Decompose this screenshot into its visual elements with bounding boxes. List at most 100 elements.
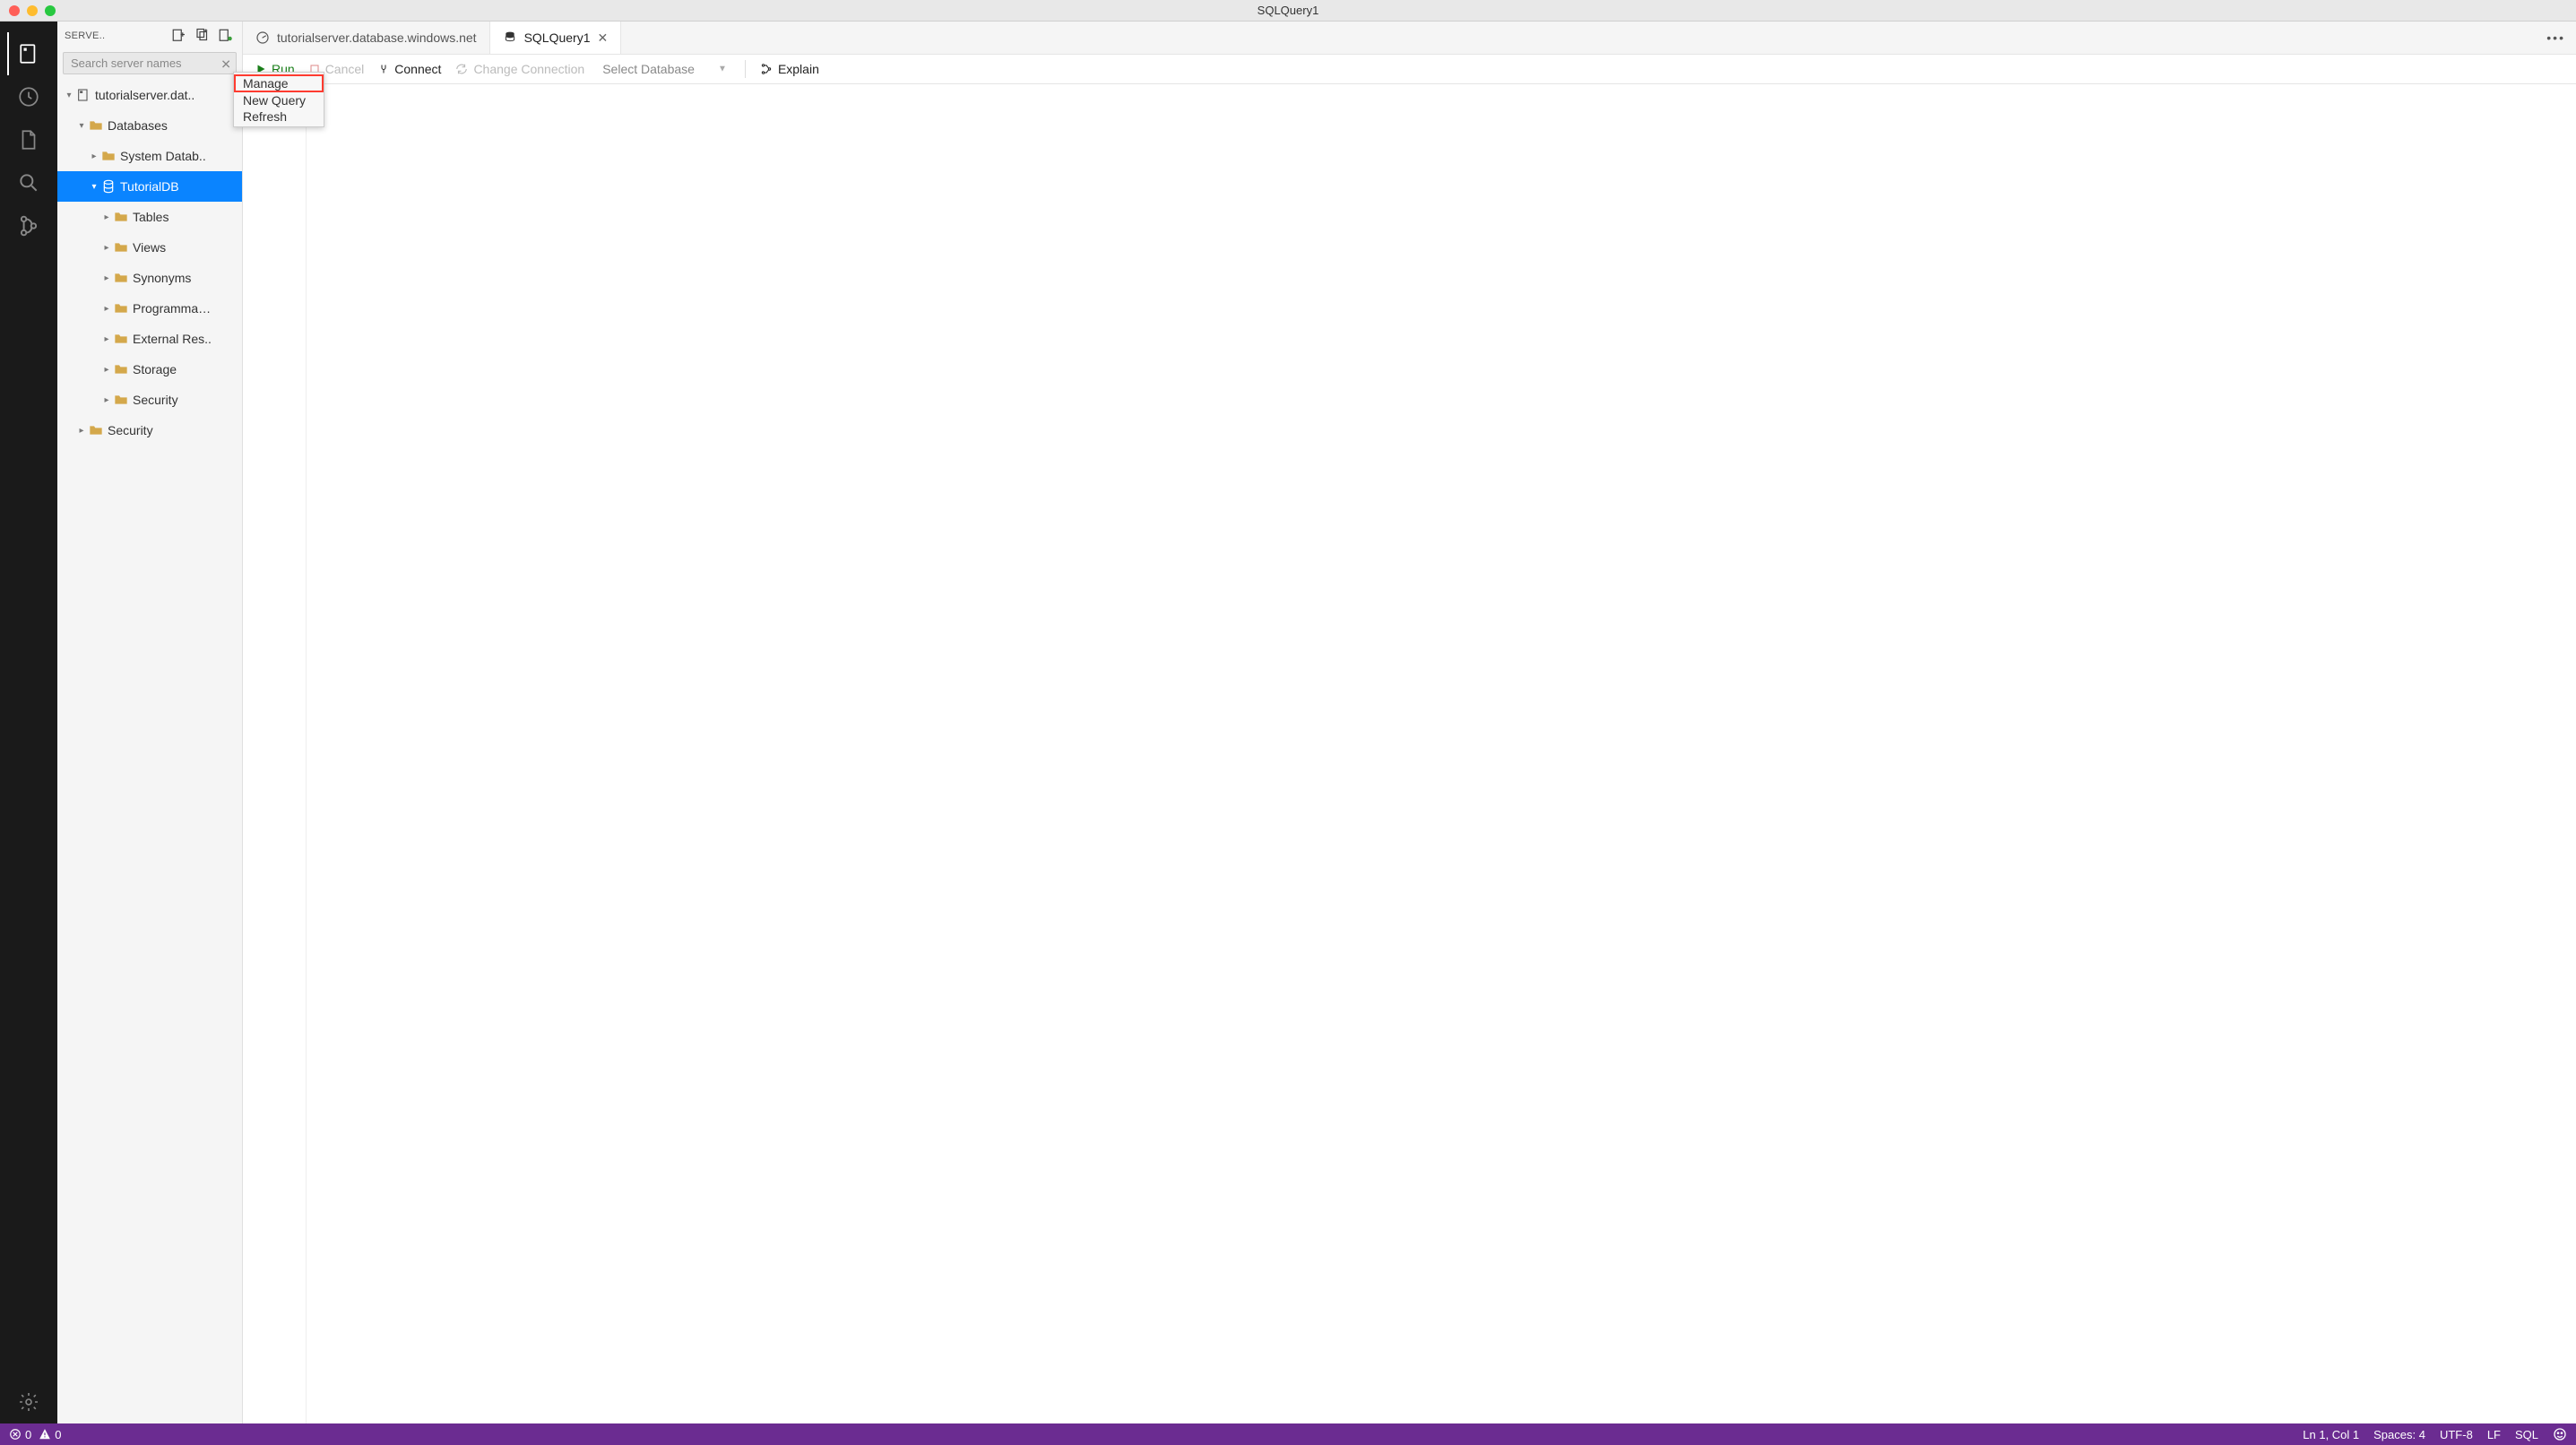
tree-label: Storage bbox=[133, 362, 177, 376]
status-warnings-count: 0 bbox=[55, 1428, 61, 1441]
tree-views-node[interactable]: ▸ Views bbox=[57, 232, 242, 263]
dashboard-icon bbox=[255, 30, 270, 45]
window-minimize-icon[interactable] bbox=[27, 5, 38, 16]
context-menu-new-query[interactable]: New Query bbox=[234, 92, 324, 108]
activity-explorer[interactable] bbox=[7, 118, 50, 161]
activity-settings[interactable] bbox=[7, 1380, 50, 1423]
new-server-group-icon[interactable] bbox=[194, 27, 212, 45]
tree-programmability-node[interactable]: ▸ Programma… bbox=[57, 293, 242, 324]
context-menu: Manage New Query Refresh bbox=[233, 72, 324, 127]
tab-label: tutorialserver.database.windows.net bbox=[277, 30, 477, 45]
change-connection-label: Change Connection bbox=[473, 62, 584, 76]
folder-icon bbox=[113, 271, 129, 285]
database-icon bbox=[503, 30, 517, 45]
status-indentation[interactable]: Spaces: 4 bbox=[2373, 1428, 2425, 1441]
close-icon[interactable]: ✕ bbox=[598, 30, 609, 46]
chevron-down-icon: ▾ bbox=[88, 182, 100, 192]
new-connection-icon[interactable] bbox=[170, 27, 188, 45]
tree-tables-node[interactable]: ▸ Tables bbox=[57, 202, 242, 232]
tree-label: Tables bbox=[133, 210, 169, 224]
tab-label: SQLQuery1 bbox=[524, 30, 591, 45]
title-bar: SQLQuery1 bbox=[0, 0, 2576, 22]
activity-task-history[interactable] bbox=[7, 75, 50, 118]
tree-synonyms-node[interactable]: ▸ Synonyms bbox=[57, 263, 242, 293]
chevron-right-icon: ▸ bbox=[100, 334, 113, 344]
status-errors[interactable]: 0 bbox=[9, 1428, 31, 1441]
editor-area: tutorialserver.database.windows.net SQLQ… bbox=[243, 22, 2576, 1423]
tree-tutorialdb-node[interactable]: ▾ TutorialDB bbox=[57, 171, 242, 202]
tree-label: Security bbox=[133, 393, 178, 407]
status-eol[interactable]: LF bbox=[2487, 1428, 2501, 1441]
connect-label: Connect bbox=[394, 62, 441, 76]
tree-label: External Res.. bbox=[133, 332, 212, 346]
code-editor[interactable] bbox=[306, 84, 2576, 1423]
activity-source-control[interactable] bbox=[7, 204, 50, 247]
query-action-bar: Run Cancel Connect Change Connection Sel… bbox=[243, 55, 2576, 84]
search-input[interactable] bbox=[63, 52, 237, 74]
sidebar-title: SERVE.. bbox=[65, 30, 165, 41]
tree-databases-node[interactable]: ▾ Databases bbox=[57, 110, 242, 141]
activity-bar bbox=[0, 22, 57, 1423]
search-clear-icon[interactable]: ✕ bbox=[220, 56, 231, 72]
window-title: SQLQuery1 bbox=[1258, 4, 1319, 17]
folder-icon bbox=[113, 240, 129, 255]
status-encoding[interactable]: UTF-8 bbox=[2440, 1428, 2473, 1441]
window-close-icon[interactable] bbox=[9, 5, 20, 16]
editor-actions-icon[interactable]: ••• bbox=[2536, 30, 2576, 45]
context-menu-refresh[interactable]: Refresh bbox=[234, 108, 324, 125]
chevron-down-icon: ▼ bbox=[718, 65, 727, 74]
chevron-right-icon: ▸ bbox=[100, 395, 113, 405]
tree-label: Views bbox=[133, 240, 166, 255]
folder-icon bbox=[113, 301, 129, 316]
tree-label: System Datab.. bbox=[120, 149, 206, 163]
tree-system-databases-node[interactable]: ▸ System Datab.. bbox=[57, 141, 242, 171]
chevron-right-icon: ▸ bbox=[100, 212, 113, 222]
window-maximize-icon[interactable] bbox=[45, 5, 56, 16]
line-gutter: 1 bbox=[243, 84, 306, 1423]
chevron-down-icon: ▾ bbox=[63, 91, 75, 100]
folder-icon bbox=[88, 423, 104, 437]
folder-icon bbox=[113, 393, 129, 407]
tree-server-node[interactable]: ▾ tutorialserver.dat.. bbox=[57, 80, 242, 110]
tree-label: Synonyms bbox=[133, 271, 191, 285]
server-icon bbox=[75, 88, 91, 102]
sidebar: SERVE.. ✕ ▾ tutorialserver.dat.. bbox=[57, 22, 243, 1423]
tab-server-dashboard[interactable]: tutorialserver.database.windows.net bbox=[243, 22, 490, 54]
explain-button[interactable]: Explain bbox=[760, 62, 819, 76]
status-language[interactable]: SQL bbox=[2515, 1428, 2538, 1441]
chevron-right-icon: ▸ bbox=[100, 243, 113, 253]
status-warnings[interactable]: 0 bbox=[39, 1428, 61, 1441]
chevron-right-icon: ▸ bbox=[100, 273, 113, 283]
explain-label: Explain bbox=[778, 62, 819, 76]
select-database-label: Select Database bbox=[602, 62, 695, 76]
folder-icon bbox=[113, 210, 129, 224]
status-cursor[interactable]: Ln 1, Col 1 bbox=[2303, 1428, 2359, 1441]
tree-label: TutorialDB bbox=[120, 179, 179, 194]
activity-search[interactable] bbox=[7, 161, 50, 204]
chevron-right-icon: ▸ bbox=[88, 151, 100, 161]
tab-sqlquery1[interactable]: SQLQuery1 ✕ bbox=[490, 22, 622, 54]
tree-label: Security bbox=[108, 423, 153, 437]
tree-storage-node[interactable]: ▸ Storage bbox=[57, 354, 242, 385]
folder-icon bbox=[88, 118, 104, 133]
tree-security-outer-node[interactable]: ▸ Security bbox=[57, 415, 242, 446]
folder-icon bbox=[113, 362, 129, 376]
status-errors-count: 0 bbox=[25, 1428, 31, 1441]
collapse-icon[interactable] bbox=[217, 27, 235, 45]
change-connection-button[interactable]: Change Connection bbox=[455, 62, 584, 76]
activity-servers[interactable] bbox=[7, 32, 50, 75]
context-menu-manage[interactable]: Manage bbox=[234, 74, 324, 92]
tree-security-inner-node[interactable]: ▸ Security bbox=[57, 385, 242, 415]
status-feedback-icon[interactable] bbox=[2553, 1427, 2567, 1441]
tree-label: Programma… bbox=[133, 301, 211, 316]
chevron-down-icon: ▾ bbox=[75, 121, 88, 131]
database-icon bbox=[100, 179, 117, 194]
server-tree: ▾ tutorialserver.dat.. ▾ Databases ▸ Sys… bbox=[57, 80, 242, 1423]
select-database-dropdown[interactable]: Select Database ▼ bbox=[599, 60, 746, 78]
folder-icon bbox=[100, 149, 117, 163]
chevron-right-icon: ▸ bbox=[75, 426, 88, 436]
connect-button[interactable]: Connect bbox=[378, 62, 441, 76]
chevron-right-icon: ▸ bbox=[100, 365, 113, 375]
editor-body: 1 Manage New Query Refresh bbox=[243, 84, 2576, 1423]
tree-external-resources-node[interactable]: ▸ External Res.. bbox=[57, 324, 242, 354]
